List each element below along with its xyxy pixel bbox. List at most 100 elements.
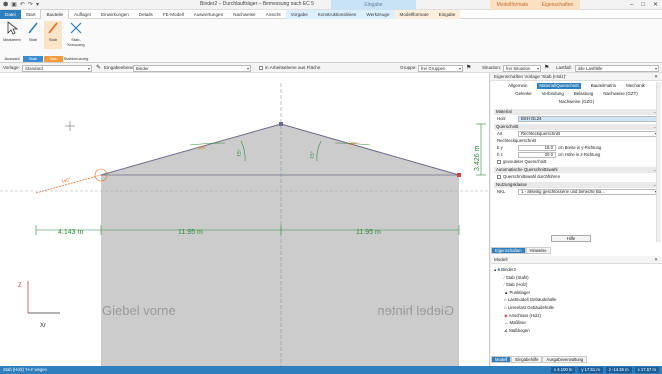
- tab-details[interactable]: Details: [134, 10, 158, 19]
- by-field[interactable]: 16.0: [518, 144, 556, 151]
- situation-filter-icon[interactable]: ⚑: [544, 64, 549, 72]
- row-by: b y 16.0 cm Breite in y-Richtung: [494, 144, 659, 151]
- tree-item-punktlager[interactable]: ▲ Punktlager: [494, 289, 557, 297]
- status-text: Stab (Holz) 'H-4' wegen: [3, 367, 47, 372]
- btab-hinweise[interactable]: Hinweise: [525, 247, 551, 254]
- arbeitsebene-checkbox[interactable]: [256, 64, 265, 72]
- ptab-belastung[interactable]: Belastung: [574, 91, 594, 97]
- tree-item-anschluss[interactable]: ◉ Anschluss (Holz): [494, 312, 557, 320]
- btab-eigenschaften[interactable]: Eigenschaften: [491, 247, 526, 254]
- gevoutet-label: gevouteter Querschnitt: [503, 159, 547, 164]
- mtab-modell[interactable]: Modell: [491, 356, 512, 363]
- ptab-mechanik[interactable]: Mechanik: [626, 83, 645, 89]
- gruppe-select[interactable]: frei Gruppen: [418, 64, 463, 72]
- tab-vorgabe[interactable]: Vorgabe: [285, 9, 313, 19]
- ptab-verbindung[interactable]: Verbindung: [542, 91, 564, 97]
- masslinie-icon: ↔: [504, 320, 509, 326]
- hilfe-button[interactable]: Hilfe: [551, 235, 591, 242]
- tab-auswertungen[interactable]: Auswertungen: [189, 10, 228, 19]
- window-title: Binder2 – Durchlaufträger – Bemessung na…: [200, 1, 314, 7]
- row-auto-chk[interactable]: Querschnittswahl durchführen: [494, 173, 659, 180]
- stab-label: Stab: [28, 37, 38, 42]
- group-auswahl: Auswahl: [4, 56, 20, 61]
- group-stab: Stab: [23, 56, 43, 62]
- ptab-nachweise-gzt[interactable]: Nachweise (GZT): [603, 91, 637, 97]
- auto-querschnitt-checkbox[interactable]: [497, 174, 501, 179]
- by-unit: cm Breite in y-Richtung: [558, 145, 602, 150]
- stab-holz-button[interactable]: Stab: [44, 21, 62, 49]
- tab-eingabe[interactable]: Eingabe: [433, 9, 461, 19]
- drawing-canvas[interactable]: 4.143 m 11.95 m 11.95 m 3.426 m 15° 15° …: [0, 73, 490, 366]
- close-icon[interactable]: ✕: [653, 0, 658, 10]
- tab-auflager[interactable]: Auflager: [69, 10, 96, 19]
- node-handle-top[interactable]: [279, 122, 283, 126]
- ptab-allgemein[interactable]: Allgemein: [508, 83, 527, 89]
- stab-icon: [28, 22, 38, 34]
- properties-scrollbar[interactable]: [656, 82, 661, 242]
- tab-datei[interactable]: Datei: [0, 9, 21, 19]
- tree-label: Lastmodell Gebäudehülle: [507, 297, 557, 303]
- title-bar: ⬢ ▣ ↶ ↷ ▾ Binder2 – Durchlaufträger – Be…: [0, 0, 662, 10]
- holz-label: Holz: [497, 116, 506, 121]
- edit-icon[interactable]: ✎: [96, 64, 101, 72]
- tree-label: Stab (Holz): [505, 282, 528, 288]
- art-select[interactable]: Rechteckquerschnitt: [518, 130, 659, 137]
- gruppe-label: Gruppe:: [400, 65, 417, 70]
- maximize-icon[interactable]: □: [641, 0, 645, 10]
- gevoutet-checkbox[interactable]: [497, 159, 501, 164]
- redo-icon[interactable]: ↷: [28, 1, 33, 8]
- ptab-gelenke[interactable]: Gelenke: [515, 91, 531, 97]
- mtab-ausgabeverwaltung[interactable]: Ausgabeverwaltung: [542, 356, 588, 363]
- tree-label: Stab (Stahl): [505, 274, 529, 280]
- tab-einwirkungen[interactable]: Einwirkungen: [96, 10, 134, 19]
- stabkreuzung-button[interactable]: Stab-Kreuzung: [64, 21, 88, 49]
- model-close-icon[interactable]: ✕: [654, 256, 658, 264]
- panel-close-icon[interactable]: ✕: [654, 73, 658, 81]
- tree-item-stab-stahl[interactable]: ⁄ Stab (Stahl): [494, 274, 557, 282]
- ribbon: Markieren Stab Stab Stab-Kreuzung Auswah…: [0, 19, 662, 63]
- tab-bauteile[interactable]: Bauteile: [40, 9, 70, 19]
- save-icon[interactable]: ▣: [11, 1, 17, 8]
- ptab-material-querschnitt[interactable]: Material/Querschnitt: [537, 83, 581, 89]
- node-handle-right[interactable]: [457, 173, 461, 177]
- tree-item-massbogen[interactable]: ∡ Maßbogen: [494, 327, 557, 335]
- tab-konstruktionslinien[interactable]: Konstruktionslinien: [312, 9, 362, 19]
- tab-modellformate[interactable]: Modellformate: [394, 9, 434, 19]
- ptab-nachweise-gzg[interactable]: Nachweise (GZG): [559, 99, 594, 105]
- mtab-eingabehilfe[interactable]: Eingabehilfe: [511, 356, 543, 363]
- tab-nachweise[interactable]: Nachweise: [228, 10, 260, 19]
- stabkreuzung-label: Stab-Kreuzung: [67, 37, 85, 47]
- markieren-button[interactable]: Markieren: [3, 21, 21, 49]
- tree-item-masslinie[interactable]: ↔ Maßlinie: [494, 319, 557, 327]
- filter-icon[interactable]: ⚑: [466, 64, 471, 72]
- nkl-select[interactable]: 1 - allseitig geschlossene und beheizte …: [518, 188, 659, 195]
- tab-fe-modell[interactable]: FE-Modell: [158, 10, 189, 19]
- by-label: b y: [497, 145, 503, 150]
- stab-button[interactable]: Stab: [24, 21, 42, 49]
- status-field-3: z -14.36 m: [605, 367, 632, 373]
- ebene-select[interactable]: Binder: [133, 64, 251, 72]
- lastfall-select[interactable]: alle Lastfälle: [575, 64, 659, 72]
- situation-select[interactable]: frei Situation: [503, 64, 541, 72]
- dim-mid1-text: 11.95 m: [178, 229, 203, 236]
- tab-start[interactable]: Start: [21, 10, 41, 19]
- tree-item-root[interactable]: ▴ ■ Binder2: [494, 266, 557, 274]
- auto-querschnitt-label: Querschnittswahl durchführen: [503, 174, 561, 179]
- tree-item-linienlast[interactable]: ⌂ Linienlast Gebäudehülle: [494, 304, 557, 312]
- properties-tabs: Allgemein Material/Querschnitt Bauteilma…: [491, 81, 662, 107]
- tree-item-lastmodell[interactable]: ⌂ Lastmodell Gebäudehülle: [494, 296, 557, 304]
- expand-icon[interactable]: ▴: [494, 267, 496, 272]
- tree-item-stab-holz[interactable]: ⁄ Stab (Holz): [494, 281, 557, 289]
- tab-werkzeuge[interactable]: Werkzeuge: [361, 9, 395, 19]
- minimize-icon[interactable]: –: [630, 0, 633, 10]
- undo-icon[interactable]: ↶: [20, 1, 25, 8]
- qa-dropdown-icon[interactable]: ▾: [36, 1, 39, 8]
- row-gevoutet[interactable]: gevouteter Querschnitt: [494, 158, 659, 165]
- hz-field[interactable]: 20.0: [518, 151, 556, 158]
- tab-ansicht[interactable]: Ansicht: [261, 10, 286, 19]
- holz-field[interactable]: BSH GL24: [518, 115, 659, 122]
- vorlage-select[interactable]: Standard: [22, 64, 92, 72]
- tree-label: Binder2: [501, 267, 516, 272]
- hz-label: h z: [497, 152, 503, 157]
- ptab-bauteilmatrix[interactable]: Bauteilmatrix: [591, 83, 616, 89]
